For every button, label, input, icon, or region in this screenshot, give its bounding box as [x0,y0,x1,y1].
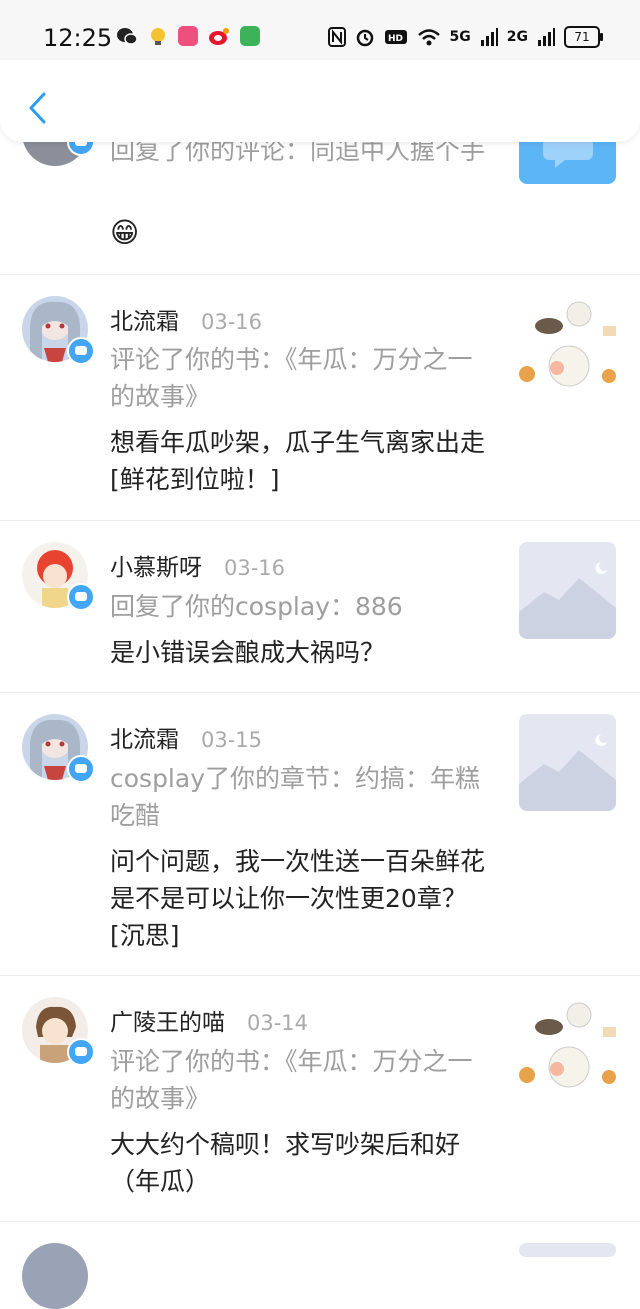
item-comment: 是小错误会酿成大祸吗？ [110,638,386,667]
wechat-icon [117,28,138,45]
signal-icon [538,28,555,46]
cat-sticker-image [519,301,616,387]
list-item[interactable] [0,1221,640,1309]
user-name[interactable]: 北流霜 [110,309,179,335]
hd-icon: HD [384,30,407,44]
battery-level: 71 [574,30,590,44]
system-icons: HD 5G 2G 71 [327,24,603,50]
item-date: 03-16 [201,310,263,334]
cat-sticker-image [519,1002,616,1088]
item-comment: 😁 [110,216,140,249]
signal-icon [480,28,498,46]
item-date: 03-16 [224,556,286,580]
wifi-icon [417,29,440,46]
status-time: 12:25 [43,24,113,52]
image-placeholder-icon [519,734,616,811]
post-thumbnail[interactable] [519,1243,616,1257]
network-5g-label: 5G [449,29,471,45]
notification-icons [116,26,260,46]
item-comment: 想看年瓜吵架，瓜子生气离家出走[鲜花到位啦！] [110,428,486,494]
list-item[interactable]: 小慕斯呀 03-16 回复了你的cosplay：886 是小错误会酿成大祸吗？ [0,520,640,693]
comment-badge-icon [67,337,95,365]
post-thumbnail[interactable] [519,997,616,1094]
messages-app-icon [240,26,260,46]
bilibili-icon [178,26,198,46]
user-name[interactable]: 北流霜 [110,727,179,753]
item-action: 回复了你的cosplay：886 [110,592,403,621]
user-name[interactable]: 广陵王的喵 [110,1010,225,1036]
item-comment: 问个问题，我一次性送一百朵鲜花是不是可以让你一次性更20章？[沉思] [110,847,486,950]
network-2g-label: 2G [506,29,528,45]
alarm-icon [356,29,373,47]
comment-badge-icon [67,1038,95,1066]
item-date: 03-14 [247,1011,309,1035]
comment-badge-icon [67,755,95,783]
chevron-left-icon [29,92,46,124]
list-item[interactable]: 北流霜 03-15 cosplay了你的章节：约搞：年糕吃醋 问个问题，我一次性送… [0,692,640,976]
nfc-icon [327,27,346,47]
post-thumbnail[interactable] [519,296,616,393]
comment-badge-icon [67,583,95,611]
post-thumbnail[interactable] [519,714,616,811]
nav-bar [0,60,640,142]
list-item[interactable]: 北流霜 03-16 评论了你的书：《年瓜：万分之一的故事》 想看年瓜吵架，瓜子生气… [0,274,640,521]
battery-icon: 71 [564,26,603,48]
item-date: 03-15 [201,728,263,752]
post-thumbnail[interactable] [519,542,616,639]
item-action: 评论了你的书：《年瓜：万分之一的故事》 [110,1047,473,1113]
list-item[interactable]: 广陵王的喵 03-14 评论了你的书：《年瓜：万分之一的故事》 大大约个稿呗！求写… [0,975,640,1222]
back-button[interactable] [20,86,54,130]
bulb-icon [151,28,165,45]
item-action: cosplay了你的章节：约搞：年糕吃醋 [110,764,480,830]
item-action: 评论了你的书：《年瓜：万分之一的故事》 [110,345,473,411]
message-list: 回复了你的评论：同追中人握个手 😁 北流霜 03-16 评论了你的书：《年瓜：万分… [0,0,640,1309]
item-comment: 大大约个稿呗！求写吵架后和好（年瓜） [110,1130,461,1196]
user-name[interactable]: 小慕斯呀 [110,555,202,581]
weibo-icon [209,28,229,45]
image-placeholder-icon [519,562,616,639]
svg-text:HD: HD [388,34,403,44]
avatar[interactable] [22,1243,88,1309]
